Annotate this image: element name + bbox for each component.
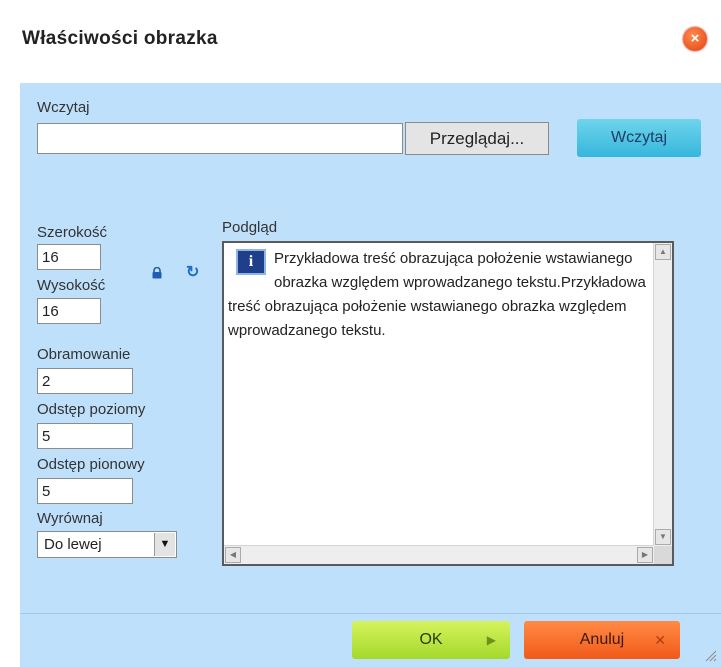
align-select[interactable]: Do lewej ▼: [37, 531, 177, 558]
scrollbar-corner: [654, 546, 672, 564]
preview-area[interactable]: i Przykładowa treść obrazująca położenie…: [222, 241, 674, 566]
width-label: Szerokość: [37, 224, 108, 241]
scroll-up-icon[interactable]: ▲: [655, 244, 671, 260]
upload-label: Wczytaj: [37, 99, 90, 116]
align-select-value: Do lewej: [44, 536, 102, 553]
align-label: Wyrównaj: [37, 510, 103, 527]
border-input[interactable]: [37, 368, 133, 394]
lock-icon[interactable]: [151, 267, 163, 279]
vertical-scrollbar[interactable]: ▲ ▼: [653, 243, 672, 546]
ok-button[interactable]: OK ▶: [352, 621, 510, 659]
scroll-down-icon[interactable]: ▼: [655, 529, 671, 545]
browse-button[interactable]: Przeglądaj...: [405, 122, 549, 155]
cancel-button[interactable]: Anuluj ✕: [524, 621, 680, 659]
preview-label: Podgląd: [222, 219, 278, 236]
chevron-down-icon[interactable]: ▼: [154, 533, 175, 556]
arrow-right-icon: ▶: [486, 633, 496, 647]
info-icon: i: [236, 249, 266, 275]
dialog-titlebar[interactable]: Właściwości obrazka ×: [20, 18, 721, 64]
scroll-right-icon[interactable]: ▶: [637, 547, 653, 563]
vspace-label: Odstęp pionowy: [37, 456, 145, 473]
height-input[interactable]: [37, 298, 101, 324]
close-button[interactable]: ×: [683, 27, 707, 51]
dialog-title: Właściwości obrazka: [22, 28, 218, 49]
close-icon: ×: [690, 30, 700, 47]
width-input[interactable]: [37, 244, 101, 270]
hspace-label: Odstęp poziomy: [37, 401, 146, 418]
file-path-input[interactable]: [37, 123, 403, 154]
height-label: Wysokość: [37, 277, 106, 294]
upload-load-button[interactable]: Wczytaj: [577, 119, 701, 157]
hspace-input[interactable]: [37, 423, 133, 449]
horizontal-scrollbar[interactable]: ◀ ▶: [224, 545, 654, 564]
border-label: Obramowanie: [37, 346, 131, 363]
preview-content: i Przykładowa treść obrazująca położenie…: [228, 247, 648, 343]
preview-text: Przykładowa treść obrazująca położenie w…: [228, 250, 646, 339]
scroll-left-icon[interactable]: ◀: [225, 547, 241, 563]
vspace-input[interactable]: [37, 478, 133, 504]
resize-grip-icon[interactable]: [703, 648, 717, 662]
image-properties-dialog: Właściwości obrazka × Wczytaj Przeglądaj…: [0, 0, 721, 667]
reset-size-icon[interactable]: ↻: [186, 265, 202, 281]
close-x-icon: ✕: [654, 632, 666, 648]
